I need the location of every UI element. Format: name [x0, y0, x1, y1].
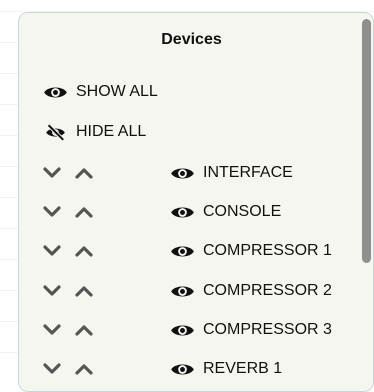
eye-icon	[171, 286, 194, 296]
hide-all-button[interactable]: HIDE ALL	[43, 123, 146, 141]
device-label: INTERFACE	[203, 164, 293, 181]
show-all-row: SHOW ALL	[43, 79, 158, 105]
device-row: INTERFACE	[43, 160, 293, 186]
device-label: COMPRESSOR 2	[203, 282, 332, 299]
device-visibility-toggle[interactable]: INTERFACE	[170, 164, 293, 182]
eye-icon	[171, 168, 194, 178]
eye-icon	[171, 325, 194, 335]
devices-panel: Devices SHOW ALL HIDE ALL INTERFACE CONS…	[18, 12, 374, 392]
device-row: COMPRESSOR 3	[43, 317, 332, 343]
chevron-up-icon[interactable]	[75, 324, 93, 336]
device-label: REVERB 1	[203, 360, 283, 377]
chevron-up-icon[interactable]	[75, 206, 93, 218]
chevron-up-icon[interactable]	[75, 167, 93, 179]
eye-icon	[171, 246, 194, 256]
chevron-up-icon[interactable]	[75, 285, 93, 297]
device-label: COMPRESSOR 1	[203, 242, 332, 259]
show-all-button[interactable]: SHOW ALL	[43, 83, 158, 101]
device-row: REVERB 1	[43, 356, 282, 382]
device-visibility-toggle[interactable]: REVERB 1	[170, 360, 282, 378]
device-row: COMPRESSOR 2	[43, 278, 332, 304]
chevron-down-icon[interactable]	[43, 363, 61, 375]
chevron-down-icon[interactable]	[43, 324, 61, 336]
device-label: CONSOLE	[203, 203, 282, 220]
scrollbar-thumb[interactable]	[362, 19, 371, 263]
hide-all-label: HIDE ALL	[76, 123, 147, 140]
chevron-down-icon[interactable]	[43, 167, 61, 179]
chevron-down-icon[interactable]	[43, 285, 61, 297]
device-visibility-toggle[interactable]: COMPRESSOR 2	[170, 282, 332, 300]
eye-slash-icon	[46, 123, 65, 141]
device-row: COMPRESSOR 1	[43, 238, 332, 264]
device-row: CONSOLE	[43, 199, 281, 225]
device-visibility-toggle[interactable]: CONSOLE	[170, 203, 281, 221]
show-all-label: SHOW ALL	[76, 83, 158, 100]
eye-icon	[171, 207, 194, 217]
device-visibility-toggle[interactable]: COMPRESSOR 3	[170, 321, 332, 339]
hide-all-row: HIDE ALL	[43, 119, 146, 145]
chevron-up-icon[interactable]	[75, 245, 93, 257]
chevron-down-icon[interactable]	[43, 245, 61, 257]
eye-icon	[44, 87, 67, 97]
chevron-down-icon[interactable]	[43, 206, 61, 218]
chevron-up-icon[interactable]	[75, 363, 93, 375]
panel-title: Devices	[161, 31, 222, 48]
eye-icon	[171, 364, 194, 374]
device-label: COMPRESSOR 3	[203, 321, 332, 338]
device-visibility-toggle[interactable]: COMPRESSOR 1	[170, 242, 332, 260]
